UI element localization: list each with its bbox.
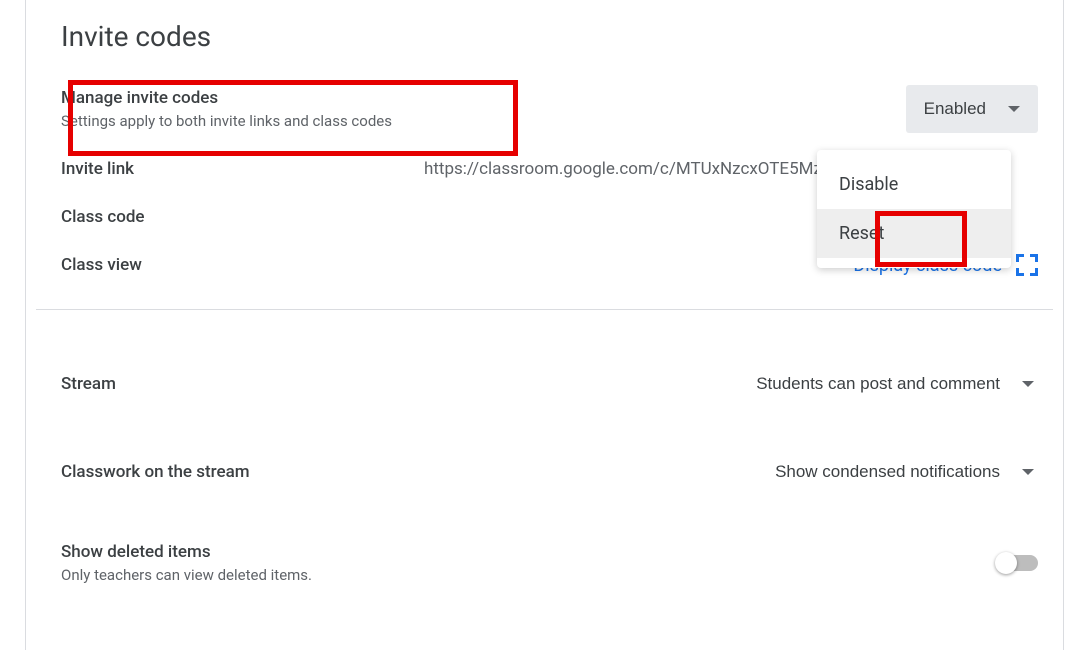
stream-label: Stream (61, 374, 116, 394)
invite-link-value: https://classroom.google.com/c/MTUxNzcxO… (424, 159, 822, 179)
class-code-label: Class code (61, 207, 145, 227)
chevron-down-icon (1022, 469, 1034, 475)
classwork-label: Classwork on the stream (61, 462, 250, 482)
manage-invite-codes-text: Manage invite codes Settings apply to bo… (61, 88, 392, 130)
stream-value: Students can post and comment (756, 374, 1000, 394)
classwork-dropdown[interactable]: Show condensed notifications (771, 454, 1038, 490)
toggle-knob (995, 552, 1017, 574)
fullscreen-icon (1016, 254, 1038, 276)
class-view-label: Class view (61, 255, 142, 275)
manage-title: Manage invite codes (61, 88, 392, 108)
enabled-dropdown[interactable]: Enabled (906, 85, 1038, 133)
show-deleted-toggle[interactable] (998, 555, 1038, 571)
invite-codes-menu: Disable Reset (817, 150, 1011, 268)
manage-subtitle: Settings apply to both invite links and … (61, 112, 392, 130)
stream-row: Stream Students can post and comment (26, 340, 1063, 428)
section-title: Invite codes (26, 20, 1063, 73)
classwork-value: Show condensed notifications (775, 462, 1000, 482)
manage-invite-codes-row: Manage invite codes Settings apply to bo… (26, 73, 1063, 145)
show-deleted-sublabel: Only teachers can view deleted items. (61, 566, 312, 584)
chevron-down-icon (1022, 381, 1034, 387)
invite-link-label: Invite link (61, 159, 134, 179)
settings-panel: Invite codes Manage invite codes Setting… (25, 0, 1064, 650)
menu-item-reset[interactable]: Reset (817, 209, 1011, 258)
stream-dropdown[interactable]: Students can post and comment (752, 366, 1038, 402)
enabled-dropdown-label: Enabled (924, 99, 986, 119)
classwork-row: Classwork on the stream Show condensed n… (26, 428, 1063, 516)
chevron-down-icon (1008, 106, 1020, 112)
divider (36, 309, 1053, 310)
show-deleted-row: Show deleted items Only teachers can vie… (26, 516, 1063, 610)
menu-item-disable[interactable]: Disable (817, 160, 1011, 209)
show-deleted-label: Show deleted items (61, 542, 312, 562)
